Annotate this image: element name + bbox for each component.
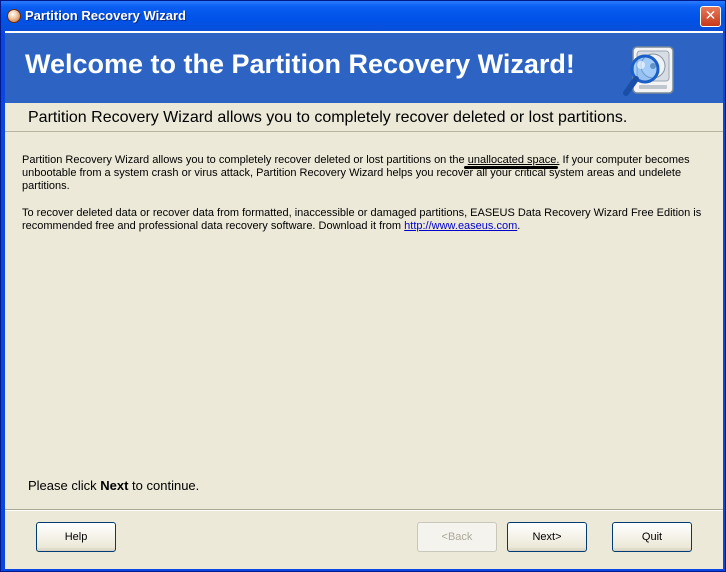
continue-instruction: Please click Next to continue. bbox=[28, 478, 199, 493]
header-banner: Welcome to the Partition Recovery Wizard… bbox=[5, 31, 723, 103]
next-button-label: Next> bbox=[532, 531, 562, 543]
title-bar[interactable]: Partition Recovery Wizard ✕ bbox=[1, 1, 725, 31]
back-button[interactable]: <Back bbox=[417, 522, 497, 552]
next-keyword: Next bbox=[100, 478, 129, 493]
divider bbox=[5, 131, 723, 132]
continue-text-start: Please click bbox=[28, 478, 101, 493]
unallocated-space-text: unallocated space. bbox=[467, 154, 560, 166]
wizard-window: Partition Recovery Wizard ✕ Welcome to t… bbox=[0, 0, 726, 572]
close-icon: ✕ bbox=[704, 8, 717, 24]
wizard-client-area: Welcome to the Partition Recovery Wizard… bbox=[5, 31, 723, 569]
disk-magnifier-icon bbox=[623, 46, 674, 96]
quit-button[interactable]: Quit bbox=[612, 522, 692, 552]
recommendation-text: To recover deleted data or recover data … bbox=[22, 207, 702, 232]
help-button[interactable]: Help bbox=[36, 522, 116, 552]
close-button[interactable]: ✕ bbox=[700, 6, 721, 27]
underline-annotation bbox=[464, 166, 558, 169]
intro-text-start: Partition Recovery Wizard allows you to … bbox=[22, 154, 468, 166]
easeus-link[interactable]: http://www.easeus.com bbox=[404, 220, 517, 232]
help-button-label: Help bbox=[64, 531, 88, 543]
back-button-label: <Back bbox=[441, 531, 473, 543]
next-button[interactable]: Next> bbox=[507, 522, 587, 552]
app-disk-icon bbox=[7, 9, 21, 23]
page-title: Welcome to the Partition Recovery Wizard… bbox=[25, 49, 575, 79]
recommendation-end: . bbox=[517, 220, 521, 232]
wizard-subtitle: Partition Recovery Wizard allows you to … bbox=[28, 109, 628, 126]
recommendation-paragraph: To recover deleted data or recover data … bbox=[22, 207, 702, 233]
quit-button-label: Quit bbox=[641, 531, 663, 543]
intro-paragraph: Partition Recovery Wizard allows you to … bbox=[22, 154, 702, 193]
continue-text-end: to continue. bbox=[128, 478, 200, 493]
window-title: Partition Recovery Wizard bbox=[25, 8, 186, 23]
footer-divider-highlight bbox=[5, 510, 723, 511]
